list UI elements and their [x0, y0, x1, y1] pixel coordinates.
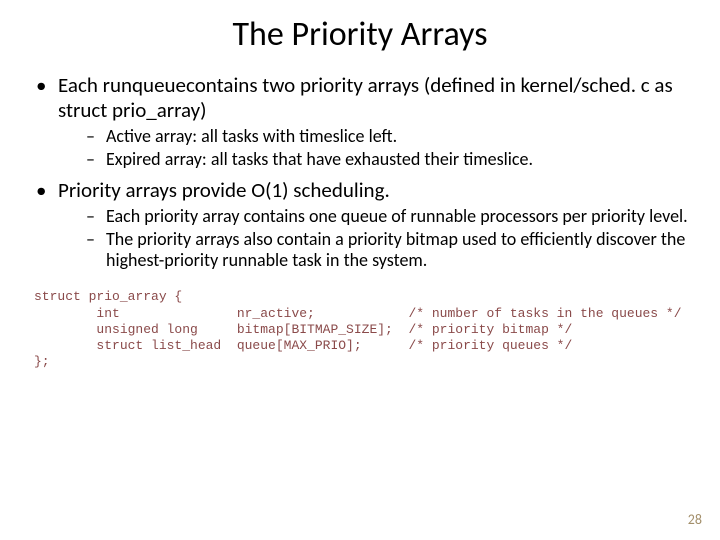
slide: The Priority Arrays Each runqueuecontain…: [0, 0, 720, 540]
page-number: 28: [688, 511, 702, 528]
bullet-1a: Active array: all tasks with timeslice l…: [58, 126, 692, 147]
slide-title: The Priority Arrays: [0, 0, 720, 73]
bullet-1b: Expired array: all tasks that have exhau…: [58, 149, 692, 170]
bullet-2: Priority arrays provide O(1) scheduling.…: [28, 178, 692, 271]
slide-body: Each runqueuecontains two priority array…: [0, 73, 720, 371]
bullet-1: Each runqueuecontains two priority array…: [28, 73, 692, 170]
bullet-list: Each runqueuecontains two priority array…: [28, 73, 692, 271]
bullet-2-sublist: Each priority array contains one queue o…: [58, 206, 692, 272]
bullet-2-text: Priority arrays provide O(1) scheduling.: [58, 177, 390, 203]
code-snippet: struct prio_array { int nr_active; /* nu…: [34, 289, 692, 370]
bullet-1-sublist: Active array: all tasks with timeslice l…: [58, 126, 692, 170]
bullet-2a: Each priority array contains one queue o…: [58, 206, 692, 227]
bullet-2b: The priority arrays also contain a prior…: [58, 229, 692, 271]
bullet-1-text: Each runqueuecontains two priority array…: [58, 72, 673, 123]
